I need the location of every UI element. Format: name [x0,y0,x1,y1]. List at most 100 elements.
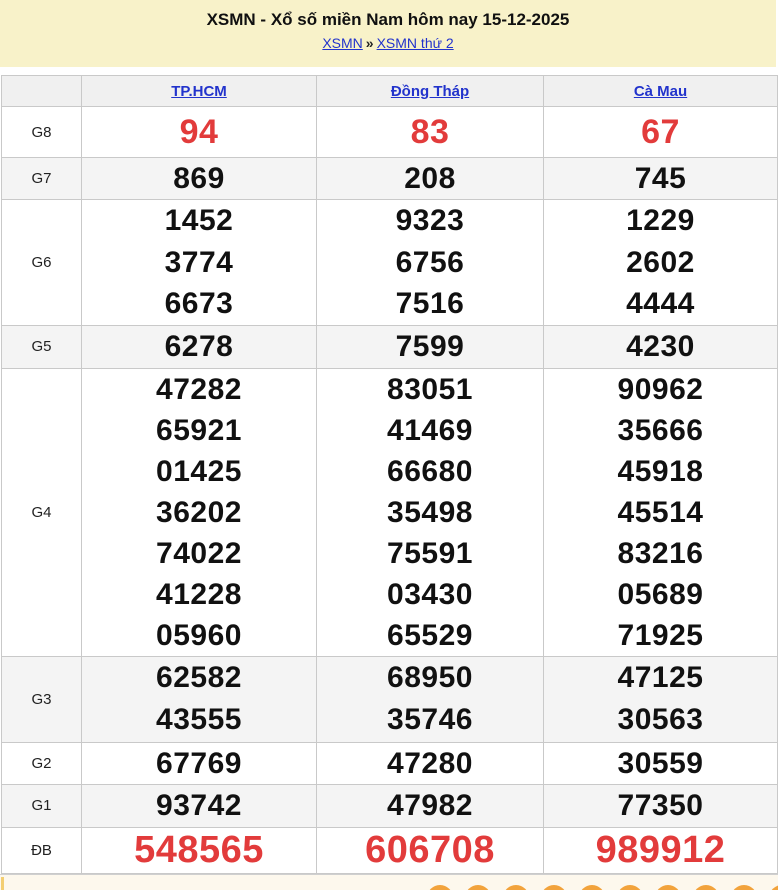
result-cell: 869 [82,158,317,200]
result-cell: 606708 [317,827,544,873]
province-link-tphcm[interactable]: TP.HCM [171,83,227,100]
prize-number: 41469 [317,410,543,451]
prize-number: 47282 [82,369,316,410]
prize-number: 35498 [317,492,543,533]
loto-ball-icon [503,885,529,890]
result-cell: 77350 [544,784,778,827]
result-cell: 93742 [82,784,317,827]
prize-number: 43555 [82,699,316,742]
column-header-row: TP.HCM Đồng Tháp Cà Mau [2,76,778,107]
page-title: XSMN - Xổ số miền Nam hôm nay 15-12-2025 [0,10,776,30]
prize-number: 93742 [82,785,316,827]
prize-number: 77350 [544,785,777,827]
prize-number: 45918 [544,451,777,492]
prize-row-g4: G4 47282 65921 01425 36202 74022 41228 0… [2,368,778,656]
prize-number: 7516 [317,283,543,325]
prize-number: 47982 [317,785,543,827]
prize-number: 36202 [82,492,316,533]
prize-row-db: ĐB 548565 606708 989912 [2,827,778,873]
loto-ball-icon [693,885,719,890]
special-prize-number: 548565 [82,828,316,873]
prize-label-g1: G1 [2,784,82,827]
loto-ball-icon [541,885,567,890]
result-cell: 47282 65921 01425 36202 74022 41228 0596… [82,368,317,656]
loto-ball-icon [655,885,681,890]
prize-number: 30563 [544,699,777,742]
prize-number: 01425 [82,451,316,492]
prize-number: 90962 [544,369,777,410]
prize-number: 65529 [317,615,543,656]
prize-number: 869 [82,158,316,199]
prize-number: 6278 [82,326,316,368]
corner-cell [2,76,82,107]
prize-number: 7599 [317,326,543,368]
prize-number: 65921 [82,410,316,451]
prize-number: 68950 [317,657,543,700]
prize-label-g3: G3 [2,656,82,742]
result-cell: 989912 [544,827,778,873]
prize-number: 83051 [317,369,543,410]
result-cell: 1452 3774 6673 [82,200,317,326]
result-cell: 30559 [544,742,778,784]
prize-number: 4230 [544,326,777,368]
loto-ball-icon [427,885,453,890]
strip-edge-mark [1,877,4,890]
result-cell: 68950 35746 [317,656,544,742]
loto-ball-icon [579,885,605,890]
column-header-camau: Cà Mau [544,76,778,107]
prize-number: 45514 [544,492,777,533]
prize-number: 67 [544,107,777,157]
loto-ball-icon [617,885,643,890]
prize-number: 745 [544,158,777,199]
prize-number: 1229 [544,200,777,242]
prize-label-g4: G4 [2,368,82,656]
result-cell: 90962 35666 45918 45514 83216 05689 7192… [544,368,778,656]
prize-number: 47125 [544,657,777,700]
prize-label-g8: G8 [2,107,82,158]
result-cell: 47125 30563 [544,656,778,742]
loto-ball-icon [465,885,491,890]
result-cell: 47982 [317,784,544,827]
prize-number: 6756 [317,242,543,284]
prize-number: 41228 [82,574,316,615]
prize-number: 3774 [82,242,316,284]
result-cell: 9323 6756 7516 [317,200,544,326]
result-cell: 67 [544,107,778,158]
results-table: TP.HCM Đồng Tháp Cà Mau G8 94 83 67 G7 8… [1,75,778,874]
result-cell: 208 [317,158,544,200]
prize-label-db: ĐB [2,827,82,873]
result-cell: 1229 2602 4444 [544,200,778,326]
prize-row-g6: G6 1452 3774 6673 9323 6756 7516 1229 26… [2,200,778,326]
prize-row-g7: G7 869 208 745 [2,158,778,200]
breadcrumb-separator: » [363,35,377,51]
prize-label-g7: G7 [2,158,82,200]
loto-ball-icon [769,885,778,890]
prize-number: 94 [82,107,316,157]
page-header: XSMN - Xổ số miền Nam hôm nay 15-12-2025… [0,0,776,67]
prize-number: 4444 [544,283,777,325]
special-prize-number: 606708 [317,828,543,873]
prize-label-g6: G6 [2,200,82,326]
breadcrumb-link-current[interactable]: XSMN thứ 2 [377,35,454,51]
prize-number: 05689 [544,574,777,615]
prize-row-g1: G1 93742 47982 77350 [2,784,778,827]
breadcrumb-link-xsmn[interactable]: XSMN [322,35,362,51]
province-link-dongthap[interactable]: Đồng Tháp [391,83,469,100]
result-cell: 83051 41469 66680 35498 75591 03430 6552… [317,368,544,656]
result-cell: 7599 [317,325,544,368]
prize-number: 71925 [544,615,777,656]
result-cell: 83 [317,107,544,158]
prize-number: 47280 [317,743,543,784]
prize-number: 05960 [82,615,316,656]
prize-number: 83 [317,107,543,157]
result-cell: 47280 [317,742,544,784]
province-link-camau[interactable]: Cà Mau [634,83,687,100]
prize-row-g5: G5 6278 7599 4230 [2,325,778,368]
prize-number: 9323 [317,200,543,242]
prize-row-g2: G2 67769 47280 30559 [2,742,778,784]
prize-number: 67769 [82,743,316,784]
prize-number: 83216 [544,533,777,574]
prize-number: 62582 [82,657,316,700]
result-cell: 67769 [82,742,317,784]
prize-label-g5: G5 [2,325,82,368]
